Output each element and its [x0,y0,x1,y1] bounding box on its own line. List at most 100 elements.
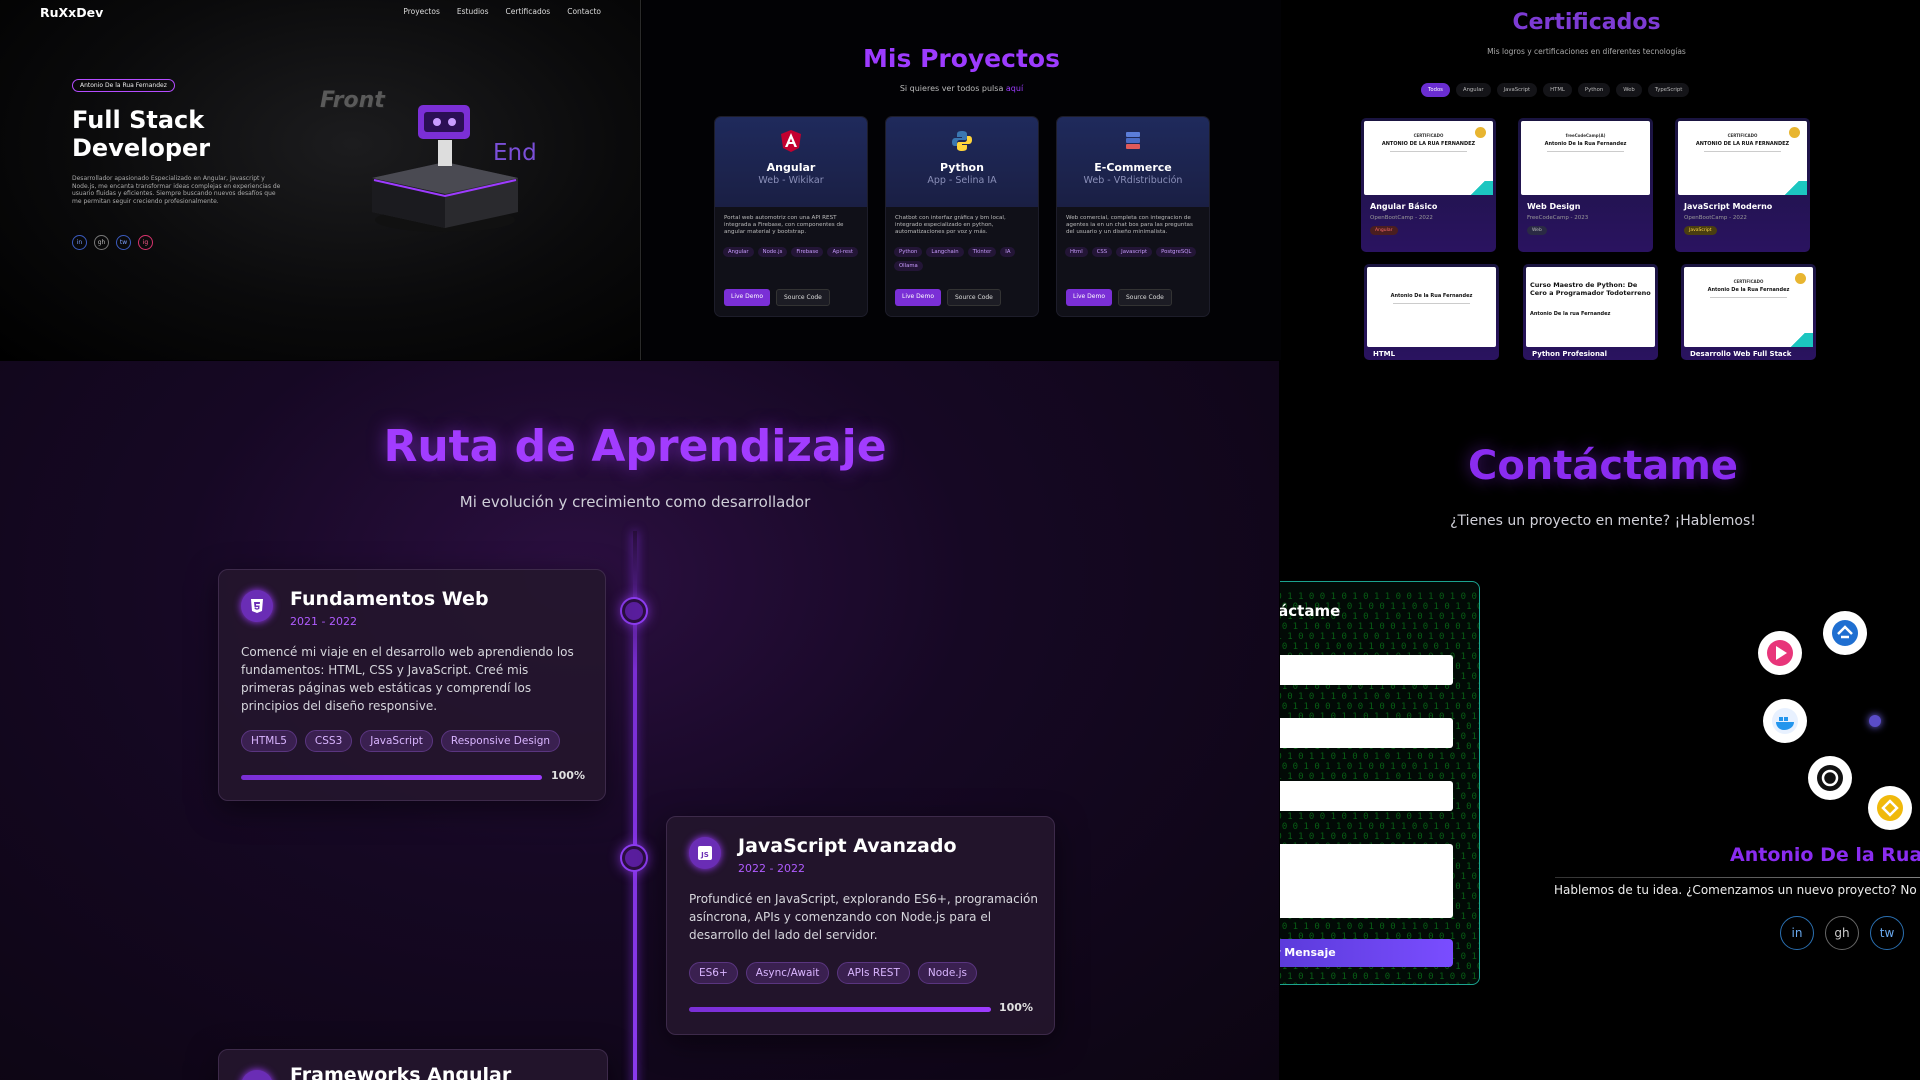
contact-subtitle: ¿Tienes un proyecto en mente? ¡Hablemos! [1450,513,1756,529]
linkedin-icon[interactable]: in [72,235,87,250]
robot-illustration [372,105,518,232]
linkedin-icon[interactable]: in [1780,916,1814,950]
certificate-card[interactable]: CERTIFICADO Antonio De la Rua Fernandez … [1681,264,1816,360]
project-card-header: E-Commerce Web - VRdistribución [1057,117,1209,207]
project-card-header: Angular Web - Wikikar [715,117,867,207]
certificate-card[interactable]: freeCodeCamp(A) Antonio De la Rua Fernan… [1518,118,1653,252]
certificate-tag: JavaScript [1684,226,1717,235]
certificate-header: CERTIFICADO [1413,133,1444,138]
certificate-holder: Antonio De la Rua Fernandez [1544,141,1627,147]
filter-web[interactable]: Web [1616,83,1642,97]
certificate-card[interactable]: CERTIFICADO ANTONIO DE LA RUA FERNANDEZ … [1675,118,1810,252]
nav-link-proyectos[interactable]: Proyectos [403,7,440,16]
certificate-line [1546,151,1625,152]
message-textarea[interactable] [1280,844,1453,918]
project-description: Portal web automotriz con una API REST i… [724,215,844,235]
project-name: Python [940,161,984,174]
progress-percent: 100% [999,1001,1033,1014]
project-tags: Html CSS Javascript PostgreSQL [1057,244,1209,257]
certificate-issuer: FreeCodeCamp - 2023 [1527,215,1589,221]
hero-description: Desarrollador apasionado Especializado e… [72,175,281,205]
projects-section: Mis Proyectos Si quieres ver todos pulsa… [642,0,1281,360]
timeline-card-tags: HTML5 CSS3 JavaScript Responsive Design [241,730,561,752]
certificates-section: Certificados Mis logros y certificacione… [1282,0,1920,360]
medal-icon [1789,127,1800,138]
main-nav: Proyectos Estudios Certificados Contacto [403,7,601,16]
certificate-issuer: OpenBootCamp - 2022 [1370,215,1433,221]
certificate-name: Desarrollo Web Full Stack [1690,350,1792,358]
nav-link-estudios[interactable]: Estudios [457,7,489,16]
project-actions: Live Demo Source Code [1066,289,1172,306]
project-tag: Python [894,247,923,257]
projects-subtitle: Si quieres ver todos pulsa aquí [642,84,1281,93]
subject-input[interactable] [1280,781,1453,811]
project-card-header: Python App - Selina IA [886,117,1038,207]
project-subtitle: Web - Wikikar [758,175,824,186]
certificate-tag: Web [1527,226,1547,235]
send-message-button[interactable]: r Mensaje [1280,939,1453,967]
skill-tag: HTML5 [241,730,297,752]
project-actions: Live Demo Source Code [724,289,830,306]
project-description: Web comercial, completa con integracion … [1066,215,1193,235]
filter-todos[interactable]: Todos [1421,83,1450,97]
filter-html[interactable]: HTML [1543,83,1572,97]
project-card: Python App - Selina IA Chatbot con inter… [885,116,1039,317]
name-badge: Antonio De la Rua Fernandez [72,79,175,92]
timeline-card-description: Profundicé en JavaScript, explorando ES6… [689,892,1039,942]
project-tag: Javascript [1116,247,1153,257]
certificate-line [1703,151,1782,152]
medal-icon [1795,273,1806,284]
filter-angular[interactable]: Angular [1455,83,1491,97]
source-code-button[interactable]: Source Code [1118,289,1172,306]
certificates-subtitle: Mis logros y certificaciones en diferent… [1487,47,1686,56]
form-title: táctame [1280,602,1341,620]
filter-python[interactable]: Python [1577,83,1611,97]
source-code-button[interactable]: Source Code [947,289,1001,306]
instagram-icon[interactable]: ig [138,235,153,250]
certificate-image: CERTIFICADO ANTONIO DE LA RUA FERNANDEZ [1678,121,1807,195]
timeline-card-title: Fundamentos Web [290,588,489,610]
certificate-holder: ANTONIO DE LA RUA FERNANDEZ [1695,141,1790,147]
filter-typescript[interactable]: TypeScript [1647,83,1690,97]
twitter-icon[interactable]: tw [1870,916,1904,950]
github-icon[interactable]: gh [94,235,109,250]
nav-link-contacto[interactable]: Contacto [567,7,601,16]
live-demo-button[interactable]: Live Demo [1066,289,1112,306]
certificate-holder: ANTONIO DE LA RUA FERNANDEZ [1381,141,1476,147]
project-tag: Firebase [791,247,824,257]
timeline-card: Fundamentos Web 2021 - 2022 Comencé mi v… [218,569,606,801]
certificate-card[interactable]: Curso Maestro de Python: De Cero a Progr… [1523,264,1658,360]
email-input[interactable] [1280,718,1453,748]
certificate-header: CERTIFICADO [1727,133,1758,138]
live-demo-button[interactable]: Live Demo [895,289,941,306]
twitter-icon[interactable]: tw [116,235,131,250]
roadmap-section: Ruta de Aprendizaje Mi evolución y creci… [0,361,1279,1080]
progress-bar [241,775,542,780]
certificate-name: Python Profesional [1532,350,1608,358]
name-input[interactable] [1280,655,1453,685]
project-cards: Angular Web - Wikikar Portal web automot… [714,116,1210,317]
certificate-card[interactable]: CERTIFICADO ANTONIO DE LA RUA FERNANDEZ … [1361,118,1496,252]
filter-javascript[interactable]: JavaScript [1496,83,1538,97]
project-tag: IA [1000,247,1016,257]
project-tag: CSS [1091,247,1113,257]
projects-all-link[interactable]: aquí [1006,84,1023,93]
timeline-card-years: 2021 - 2022 [290,615,357,628]
projects-title: Mis Proyectos [863,44,1060,73]
github-icon[interactable]: gh [1825,916,1859,950]
hero-title-line1: Full Stack [72,106,205,134]
skill-tag: Async/Await [745,962,830,984]
certificate-holder: Antonio De la Rua Fernandez [1390,293,1473,299]
hero-title-line2: Developer [72,134,211,162]
nav-link-certificados[interactable]: Certificados [506,7,551,16]
progress-bar [689,1007,991,1012]
angular-icon [241,1070,273,1080]
timeline-card-description: Comencé mi viaje en el desarrollo web ap… [241,645,574,713]
source-code-button[interactable]: Source Code [776,289,830,306]
timeline-dot [622,599,646,623]
live-demo-button[interactable]: Live Demo [724,289,770,306]
brand-logo[interactable]: RuXxDev [40,5,103,20]
project-tag: Html [1065,247,1088,257]
skill-tag: JavaScript [360,730,433,752]
certificate-card[interactable]: Antonio De la Rua Fernandez HTML [1364,264,1499,360]
